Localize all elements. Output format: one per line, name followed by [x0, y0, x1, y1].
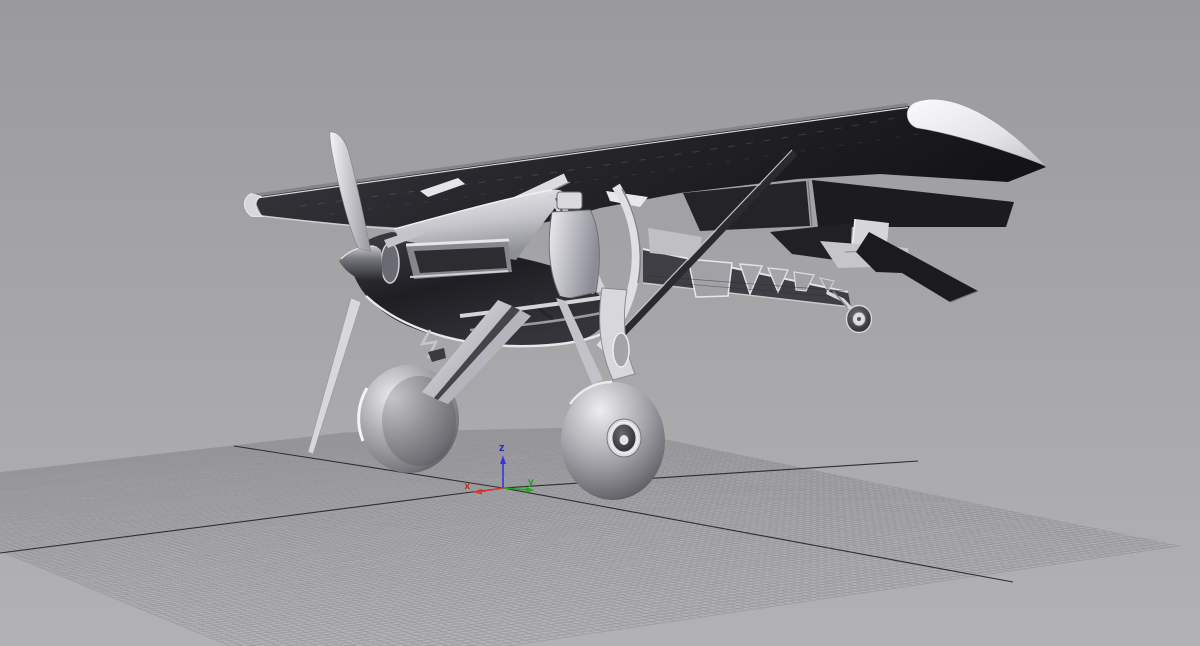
seat-headrest	[557, 192, 582, 209]
wheel-axle-cap	[620, 435, 629, 445]
viewport-canvas[interactable]: x y z	[0, 0, 1200, 646]
tailwheel-axle-cap	[857, 317, 861, 321]
render-viewport[interactable]: x y z	[0, 0, 1200, 646]
y-axis-label: y	[528, 477, 534, 488]
x-axis-label: x	[464, 481, 470, 492]
gear-strut-cutout	[613, 333, 629, 367]
z-axis-label: z	[499, 442, 505, 454]
main-wheel-right[interactable]	[561, 382, 665, 500]
cowl-lip-ring	[381, 243, 399, 283]
boom-lightening-hole	[688, 259, 732, 297]
seat-back	[549, 210, 599, 300]
